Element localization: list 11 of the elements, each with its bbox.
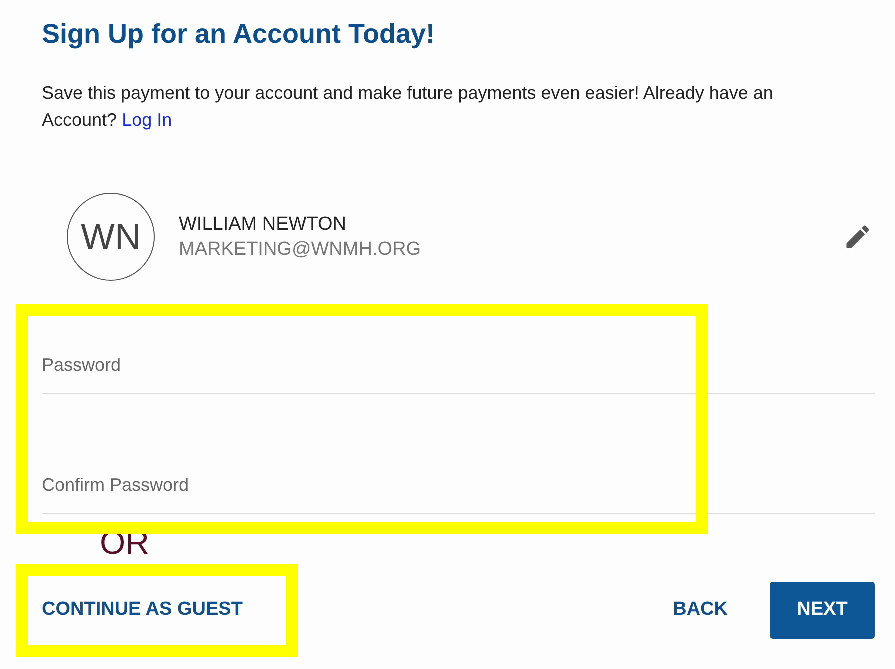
intro-text: Save this payment to your account and make future payments even easier! Already have an Account? Log In	[42, 82, 774, 132]
password-field[interactable]: Confirm Password	[42, 472, 875, 514]
user-email: MARKETING@WNMH.ORG	[179, 238, 421, 262]
login-link[interactable]: Log In	[122, 110, 172, 130]
page-title: Sign Up for an Account Today!	[42, 18, 436, 50]
next-button[interactable]: NEXT	[770, 582, 875, 639]
continue-as-guest-button[interactable]: CONTINUE AS GUEST	[42, 584, 243, 637]
back-button[interactable]: BACK	[673, 582, 728, 639]
avatar: WN	[67, 193, 155, 282]
user-name: WILLIAM NEWTON	[179, 213, 348, 238]
password-field[interactable]: Password	[42, 352, 875, 394]
